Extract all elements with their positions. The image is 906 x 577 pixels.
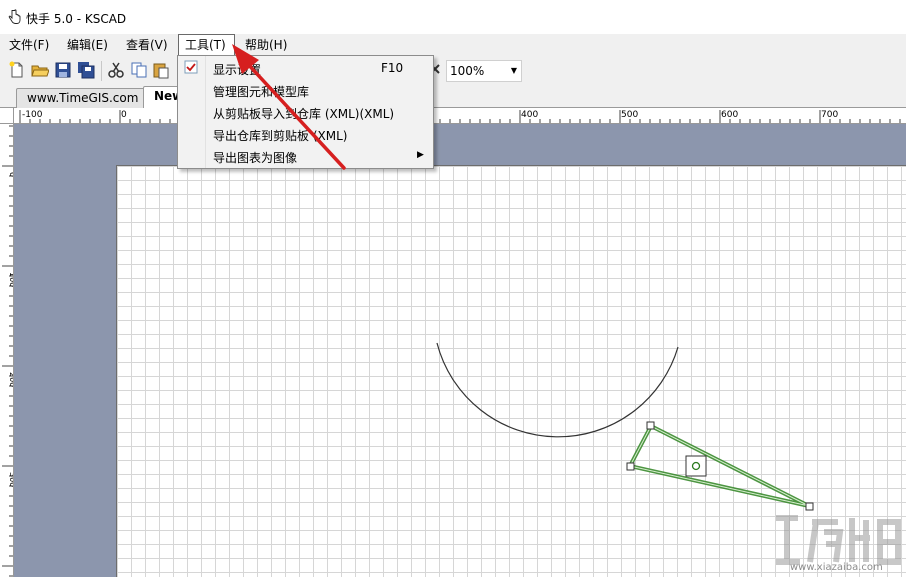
chevron-down-icon: ▼: [510, 66, 517, 75]
toolbar: 100% ▼: [0, 56, 906, 86]
ruler-label: 500: [621, 110, 638, 120]
title-bar: 快手 5.0 - KSCAD: [0, 0, 906, 34]
tab-timegis[interactable]: www.TimeGIS.com: [16, 88, 150, 108]
save-all-icon[interactable]: [77, 61, 95, 79]
menu-bar: 文件(F) 编辑(E) 查看(V) 工具(T) 帮助(H): [0, 34, 906, 56]
save-icon[interactable]: [54, 61, 72, 79]
watermark-url: www.xiazaiba.com: [790, 562, 883, 573]
menu-item-label: 管理图元和模型库: [213, 85, 310, 99]
menu-tools[interactable]: 工具(T): [178, 34, 235, 56]
ruler-corner: [0, 108, 14, 124]
menu-item-shortcut: F10: [381, 61, 404, 75]
ruler-label: 700: [821, 110, 838, 120]
ruler-label: 400: [521, 110, 538, 120]
menu-item-import-clipboard[interactable]: 从剪贴板导入到仓库 (XML)(XML): [178, 101, 433, 123]
ruler-ticks: 0 100 200 300: [2, 125, 13, 577]
ruler-ticks: -100 0 400 500 600 700: [19, 110, 901, 123]
paste-icon[interactable]: [152, 61, 170, 79]
selection-handle[interactable]: [646, 421, 655, 430]
menu-item-label: 导出图表为图像: [213, 151, 298, 165]
menu-item-display-settings[interactable]: 显示设置 F10: [178, 57, 433, 79]
horizontal-ruler: -100 0 400 500 600 700: [14, 108, 906, 124]
hand-pointer-icon: [8, 9, 21, 24]
toolbar-separator: [101, 61, 102, 81]
submenu-arrow-icon: ▶: [417, 150, 424, 160]
menu-help[interactable]: 帮助(H): [239, 34, 293, 56]
menu-item-label: 从剪贴板导入到仓库 (XML)(XML): [213, 107, 395, 121]
menu-edit[interactable]: 编辑(E): [61, 34, 114, 56]
cut-icon[interactable]: [107, 61, 125, 79]
tools-dropdown-menu: 显示设置 F10 管理图元和模型库 从剪贴板导入到仓库 (XML)(XML) 导…: [177, 55, 434, 169]
document-tabs: www.TimeGIS.com New: [0, 86, 906, 108]
copy-icon[interactable]: [130, 61, 148, 79]
new-file-icon[interactable]: [8, 61, 26, 79]
menu-item-manage-library[interactable]: 管理图元和模型库: [178, 79, 433, 101]
menu-item-export-image[interactable]: 导出图表为图像 ▶: [178, 145, 433, 167]
checkbox-checked-icon: [184, 60, 198, 74]
rotate-handle[interactable]: [685, 455, 707, 477]
open-folder-icon[interactable]: [31, 61, 49, 79]
window-title: 快手 5.0 - KSCAD: [26, 12, 127, 26]
zoom-select[interactable]: 100% ▼: [446, 60, 522, 82]
vertical-ruler: 0 100 200 300: [0, 124, 14, 577]
ruler-label: 0: [121, 110, 127, 120]
menu-file[interactable]: 文件(F): [3, 34, 55, 56]
selection-handle[interactable]: [626, 462, 635, 471]
zoom-value: 100%: [450, 64, 485, 78]
menu-view[interactable]: 查看(V): [120, 34, 174, 56]
menu-item-label: 导出仓库到剪贴板 (XML): [213, 129, 348, 143]
ruler-label: 600: [721, 110, 738, 120]
ruler-label: -100: [22, 110, 43, 120]
